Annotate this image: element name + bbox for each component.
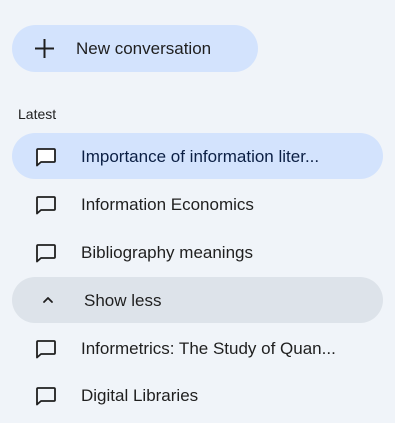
show-less-button[interactable]: Show less [12, 277, 383, 323]
chat-bubble-icon [35, 339, 57, 359]
chat-bubble-icon [35, 147, 57, 167]
section-heading-latest: Latest [18, 106, 57, 122]
chevron-up-icon [41, 293, 55, 307]
conversation-item[interactable]: Informetrics: The Study of Quan... [12, 325, 383, 371]
chat-bubble-icon [35, 195, 57, 215]
conversation-item-active[interactable]: Importance of information liter... [12, 133, 383, 179]
plus-icon [34, 38, 55, 59]
conversation-title: Informetrics: The Study of Quan... [81, 339, 336, 358]
chat-bubble-icon [35, 243, 57, 263]
conversation-item[interactable]: Information Economics [12, 181, 383, 227]
new-conversation-button[interactable]: New conversation [12, 25, 258, 72]
conversation-item[interactable]: Bibliography meanings [12, 229, 383, 275]
conversation-title: Bibliography meanings [81, 243, 253, 262]
conversation-title: Information Economics [81, 195, 254, 214]
conversation-title: Digital Libraries [81, 386, 199, 405]
show-less-label: Show less [84, 291, 162, 310]
conversation-item[interactable]: Digital Libraries [12, 372, 383, 418]
chat-bubble-icon [35, 386, 57, 406]
conversation-title: Importance of information liter... [81, 147, 320, 166]
conversation-sidebar: New conversation Latest Importance of in… [0, 0, 395, 423]
new-conversation-label: New conversation [76, 39, 212, 58]
